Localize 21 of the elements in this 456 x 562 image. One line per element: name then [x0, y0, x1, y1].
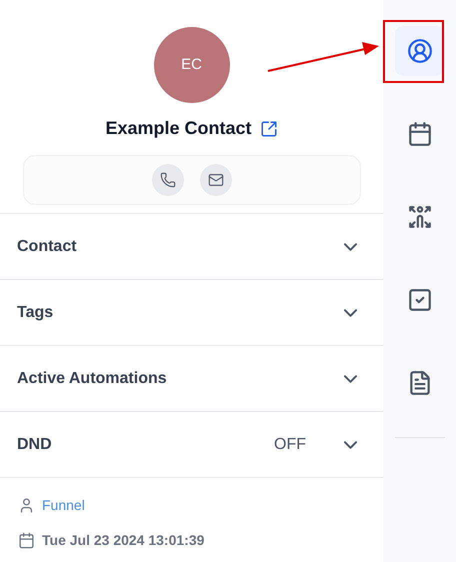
phone-icon	[160, 172, 176, 188]
created-date: Tue Jul 23 2024 13:01:39	[42, 531, 204, 550]
rail-tab[interactable]	[394, 26, 444, 76]
user-icon	[18, 497, 35, 514]
section-value: OFF	[274, 434, 306, 454]
highlight-frame	[383, 20, 444, 83]
calendar-icon	[18, 532, 35, 549]
section-title: DND	[17, 434, 53, 454]
section-title: Contact	[17, 236, 78, 256]
contact-avatar: EC	[154, 27, 230, 103]
contact-name: Example Contact	[105, 117, 252, 140]
external-link-icon[interactable]	[260, 120, 278, 138]
person-arrows-icon	[406, 204, 432, 230]
call-button[interactable]	[152, 164, 184, 196]
section-title: Active Automations	[17, 368, 168, 388]
mail-icon	[208, 172, 224, 188]
user-circle-icon	[406, 38, 432, 64]
checkbox-icon	[406, 287, 432, 313]
section-title: Tags	[17, 302, 54, 322]
calendar-icon	[406, 121, 432, 147]
email-button[interactable]	[200, 164, 232, 196]
